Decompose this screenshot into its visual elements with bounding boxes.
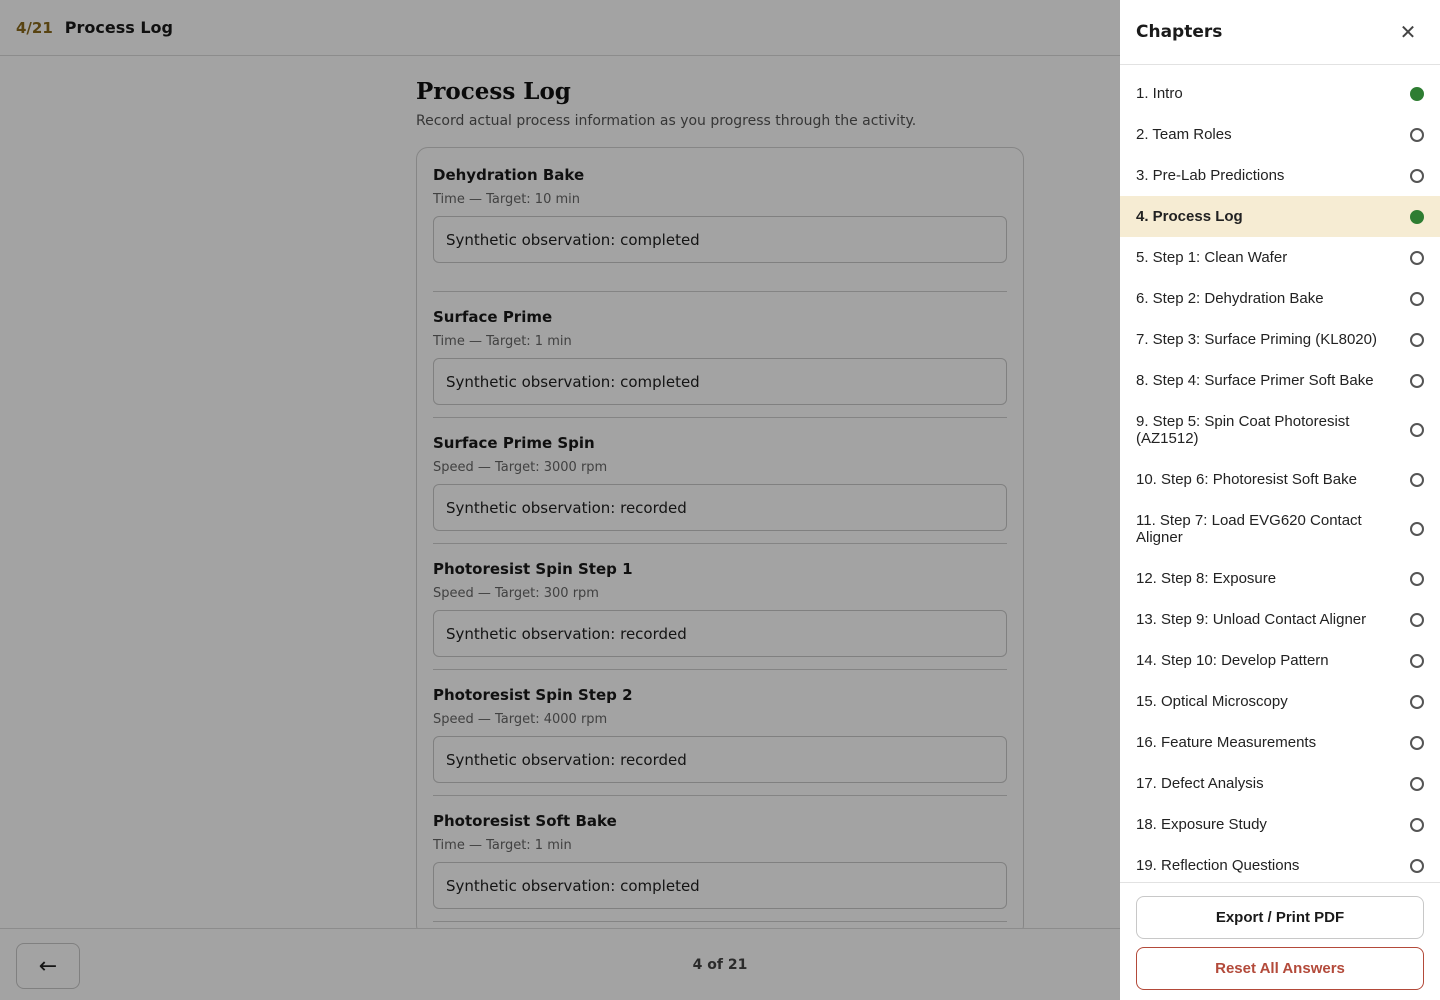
chapter-item[interactable]: 10. Step 6: Photoresist Soft Bake [1120, 459, 1440, 500]
incomplete-status-icon [1410, 373, 1424, 388]
incomplete-status-icon [1410, 571, 1424, 586]
incomplete-status-icon [1410, 653, 1424, 668]
chapter-item[interactable]: 2. Team Roles [1120, 114, 1440, 155]
chapter-item[interactable]: 12. Step 8: Exposure [1120, 558, 1440, 599]
chapter-label: 14. Step 10: Develop Pattern [1136, 652, 1329, 669]
chapter-label: 18. Exposure Study [1136, 816, 1267, 833]
incomplete-status-icon [1410, 250, 1424, 265]
chapter-item[interactable]: 7. Step 3: Surface Priming (KL8020) [1120, 319, 1440, 360]
chapter-item[interactable]: 1. Intro [1120, 73, 1440, 114]
incomplete-status-icon [1410, 694, 1424, 709]
incomplete-status-icon [1410, 735, 1424, 750]
chapter-label: 13. Step 9: Unload Contact Aligner [1136, 611, 1367, 628]
complete-status-icon [1410, 209, 1424, 224]
chapter-item[interactable]: 4. Process Log [1120, 196, 1440, 237]
chapter-label: 16. Feature Measurements [1136, 734, 1317, 751]
chapter-item[interactable]: 16. Feature Measurements [1120, 722, 1440, 763]
incomplete-status-icon [1410, 612, 1424, 627]
chapter-item[interactable]: 6. Step 2: Dehydration Bake [1120, 278, 1440, 319]
chapter-label: 19. Reflection Questions [1136, 857, 1300, 874]
incomplete-status-icon [1410, 858, 1424, 873]
chapter-label: 3. Pre-Lab Predictions [1136, 167, 1285, 184]
chapter-item[interactable]: 3. Pre-Lab Predictions [1120, 155, 1440, 196]
close-icon[interactable]: ✕ [1396, 20, 1420, 44]
chapter-label: 15. Optical Microscopy [1136, 693, 1288, 710]
chapter-label: 6. Step 2: Dehydration Bake [1136, 290, 1324, 307]
drawer-title: Chapters [1136, 22, 1223, 42]
chapter-label: 11. Step 7: Load EVG620 Contact Aligner [1136, 512, 1362, 546]
incomplete-status-icon [1410, 522, 1424, 536]
chapter-item[interactable]: 9. Step 5: Spin Coat Photoresist (AZ1512… [1120, 401, 1440, 459]
chapter-item[interactable]: 13. Step 9: Unload Contact Aligner [1120, 599, 1440, 640]
chapter-label: 8. Step 4: Surface Primer Soft Bake [1136, 372, 1374, 389]
chapter-list: 1. Intro 2. Team Roles 3. Pre-Lab Predicti… [1120, 65, 1440, 882]
chapter-item[interactable]: 17. Defect Analysis [1120, 763, 1440, 804]
chapter-item[interactable]: 18. Exposure Study [1120, 804, 1440, 845]
drawer-footer: Export / Print PDF Reset All Answers [1120, 882, 1440, 1000]
chapter-item[interactable]: 11. Step 7: Load EVG620 Contact Aligner [1120, 500, 1440, 558]
chapter-label: 4. Process Log [1136, 208, 1243, 225]
chapter-item[interactable]: 15. Optical Microscopy [1120, 681, 1440, 722]
incomplete-status-icon [1410, 472, 1424, 487]
chapters-drawer: Chapters ✕ 1. Intro 2. Team Roles 3. Pre-L… [1120, 0, 1440, 1000]
incomplete-status-icon [1410, 817, 1424, 832]
chapter-label: 2. Team Roles [1136, 126, 1232, 143]
chapter-label: 7. Step 3: Surface Priming (KL8020) [1136, 331, 1377, 348]
chapter-label: 17. Defect Analysis [1136, 775, 1264, 792]
incomplete-status-icon [1410, 291, 1424, 306]
export-pdf-button[interactable]: Export / Print PDF [1136, 896, 1424, 939]
chapter-item[interactable]: 5. Step 1: Clean Wafer [1120, 237, 1440, 278]
incomplete-status-icon [1410, 127, 1424, 142]
chapter-label: 5. Step 1: Clean Wafer [1136, 249, 1288, 266]
chapter-item[interactable]: 19. Reflection Questions [1120, 845, 1440, 882]
chapter-label: 12. Step 8: Exposure [1136, 570, 1277, 587]
complete-status-icon [1410, 86, 1424, 101]
chapter-label: 10. Step 6: Photoresist Soft Bake [1136, 471, 1357, 488]
incomplete-status-icon [1410, 423, 1424, 437]
incomplete-status-icon [1410, 168, 1424, 183]
drawer-header: Chapters ✕ [1120, 0, 1440, 65]
chapter-item[interactable]: 8. Step 4: Surface Primer Soft Bake [1120, 360, 1440, 401]
incomplete-status-icon [1410, 332, 1424, 347]
chapter-item[interactable]: 14. Step 10: Develop Pattern [1120, 640, 1440, 681]
incomplete-status-icon [1410, 776, 1424, 791]
chapter-label: 1. Intro [1136, 85, 1183, 102]
chapter-label: 9. Step 5: Spin Coat Photoresist (AZ1512… [1136, 413, 1350, 447]
reset-answers-button[interactable]: Reset All Answers [1136, 947, 1424, 990]
